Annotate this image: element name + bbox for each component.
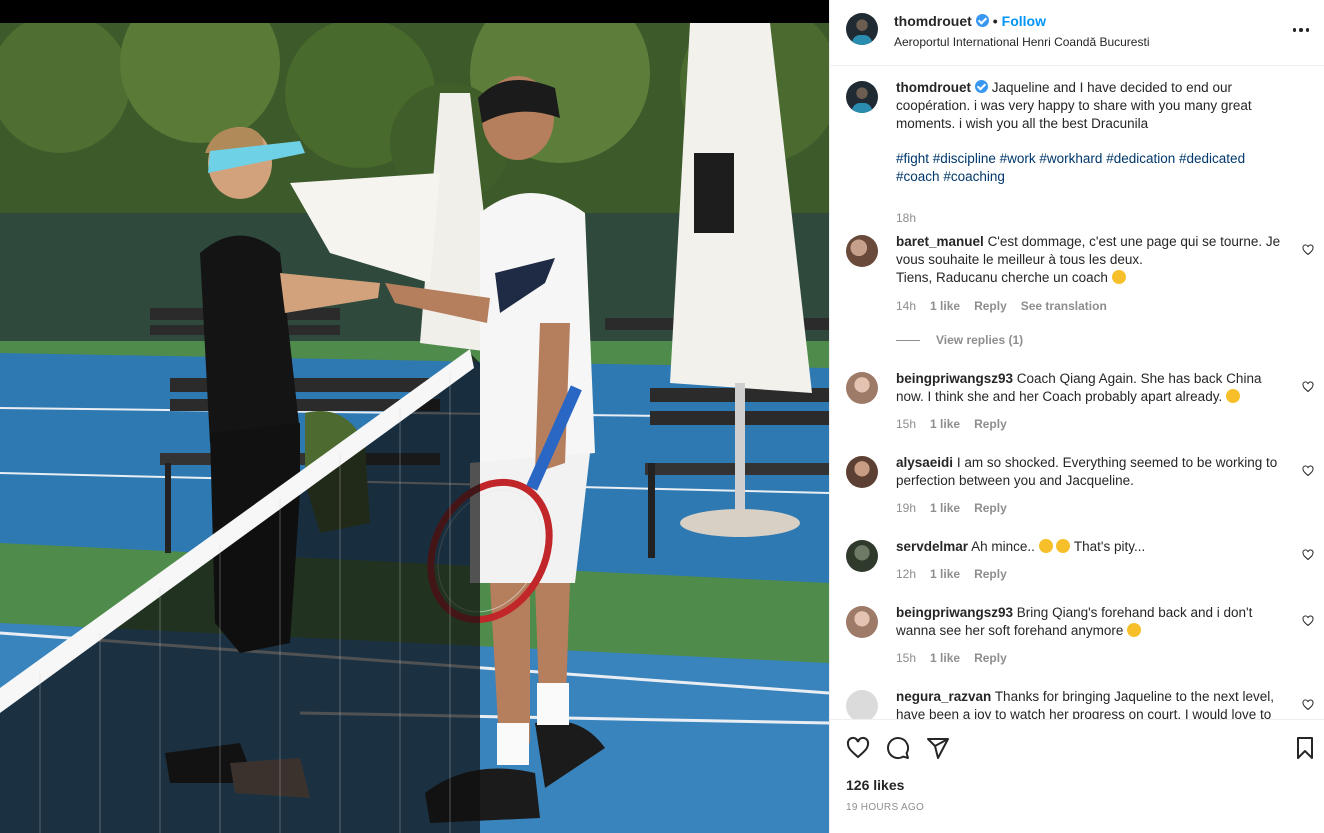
comment-body: Ah mince.. — [971, 539, 1035, 554]
view-replies-button[interactable]: View replies (1) — [896, 333, 1023, 347]
separator-dot: • — [992, 13, 998, 29]
clapping-emoji-icon — [1225, 389, 1240, 403]
heart-icon[interactable] — [846, 736, 870, 760]
post-side-panel: thomdrouet • Follow Aeroportul Internation… — [829, 0, 1324, 833]
comment-text: beingpriwangsz93 Bring Qiang's forehand … — [896, 604, 1288, 640]
post-actions: 126 likes 19 HOURS AGO — [830, 719, 1324, 833]
hashtag[interactable]: #discipline — [933, 151, 996, 166]
author-line: thomdrouet • Follow — [894, 13, 1046, 29]
commenter-avatar[interactable] — [846, 372, 878, 404]
comment-username[interactable]: baret_manuel — [896, 234, 984, 249]
post-header: thomdrouet • Follow Aeroportul Internation… — [830, 0, 1324, 66]
post-dialog: thomdrouet • Follow Aeroportul Internation… — [0, 0, 1324, 833]
comment-time: 12h — [896, 567, 917, 581]
post-timestamp[interactable]: 19 HOURS AGO — [846, 802, 924, 813]
comment-likes[interactable]: 1 like — [930, 299, 960, 313]
comment-meta: 14h 1 like Reply See translation — [896, 299, 1121, 313]
reply-button[interactable]: Reply — [974, 501, 1007, 515]
commenter-avatar[interactable] — [846, 540, 878, 572]
comment-icon[interactable] — [886, 736, 910, 760]
comment-time: 15h — [896, 417, 917, 431]
caption-text: thomdrouet Jaqueline and I have decided … — [896, 79, 1288, 186]
comment-meta: 19h 1 like Reply — [896, 501, 1021, 515]
author-avatar[interactable] — [846, 81, 878, 113]
comment-meta: 15h 1 like Reply — [896, 651, 1021, 665]
comment-username[interactable]: servdelmar — [896, 539, 968, 554]
like-comment-heart-icon[interactable] — [1302, 549, 1314, 561]
commenter-avatar[interactable] — [846, 690, 878, 719]
comment-username[interactable]: beingpriwangsz93 — [896, 605, 1013, 620]
verified-badge-icon — [975, 80, 988, 93]
comment-time: 14h — [896, 299, 917, 313]
verified-badge-icon — [975, 14, 989, 27]
like-comment-heart-icon[interactable] — [1302, 699, 1314, 711]
see-translation-button[interactable]: See translation — [1021, 299, 1107, 313]
comment-text: servdelmar Ah mince.. That's pity... — [896, 538, 1288, 556]
likes-count[interactable]: 126 likes — [846, 777, 904, 793]
author-avatar[interactable] — [846, 13, 878, 45]
tennis-court-photo — [0, 23, 829, 833]
post-location[interactable]: Aeroportul International Henri Coandă Bu… — [894, 35, 1149, 49]
like-comment-heart-icon[interactable] — [1302, 615, 1314, 627]
hashtag[interactable]: #dedication — [1106, 151, 1175, 166]
comment-meta: 12h 1 like Reply — [896, 567, 1021, 581]
sad-emoji-icon — [1056, 539, 1071, 553]
hashtag[interactable]: #coach — [896, 169, 940, 184]
reply-button[interactable]: Reply — [974, 417, 1007, 431]
reply-button[interactable]: Reply — [974, 299, 1007, 313]
commenter-avatar[interactable] — [846, 606, 878, 638]
comment-text: negura_razvan Thanks for bringing Jaquel… — [896, 688, 1288, 719]
hashtag[interactable]: #dedicated — [1179, 151, 1245, 166]
commenter-avatar[interactable] — [846, 235, 878, 267]
comments-list[interactable]: thomdrouet Jaqueline and I have decided … — [830, 67, 1324, 719]
comment-likes[interactable]: 1 like — [930, 567, 960, 581]
comment-text: alysaeidi I am so shocked. Everything se… — [896, 454, 1288, 490]
reply-button[interactable]: Reply — [974, 567, 1007, 581]
hashtag-list: #fight #discipline #work #workhard #dedi… — [896, 150, 1288, 186]
comment-time: 19h — [896, 501, 917, 515]
like-comment-heart-icon[interactable] — [1302, 381, 1314, 393]
sad-emoji-icon — [1127, 623, 1142, 637]
comment-username[interactable]: alysaeidi — [896, 455, 953, 470]
smile-emoji-icon — [1111, 270, 1126, 284]
photo-top-bar — [0, 0, 829, 23]
comment-body: Tiens, Raducanu cherche un coach — [896, 270, 1108, 285]
hashtag[interactable]: #fight — [896, 151, 929, 166]
caption-meta: 18h — [896, 211, 930, 225]
reply-button[interactable]: Reply — [974, 651, 1007, 665]
thinking-emoji-icon — [1038, 539, 1053, 553]
hashtag[interactable]: #coaching — [943, 169, 1005, 184]
follow-button[interactable]: Follow — [1002, 13, 1046, 29]
post-photo[interactable] — [0, 0, 829, 833]
like-comment-heart-icon[interactable] — [1302, 244, 1314, 256]
comment-body: I am so shocked. Everything seemed to be… — [896, 455, 1278, 488]
comment-text: baret_manuel C'est dommage, c'est une pa… — [896, 233, 1288, 287]
share-icon[interactable] — [926, 736, 950, 760]
caption-time: 18h — [896, 211, 917, 225]
comment-likes[interactable]: 1 like — [930, 501, 960, 515]
author-username[interactable]: thomdrouet — [894, 13, 972, 29]
comment-meta: 15h 1 like Reply — [896, 417, 1021, 431]
caption-username[interactable]: thomdrouet — [896, 80, 971, 95]
comment-time: 15h — [896, 651, 917, 665]
commenter-avatar[interactable] — [846, 456, 878, 488]
comment-username[interactable]: beingpriwangsz93 — [896, 371, 1013, 386]
like-comment-heart-icon[interactable] — [1302, 465, 1314, 477]
bookmark-icon[interactable] — [1293, 736, 1317, 760]
hashtag[interactable]: #work — [1000, 151, 1036, 166]
comment-likes[interactable]: 1 like — [930, 417, 960, 431]
comment-username[interactable]: negura_razvan — [896, 689, 991, 704]
more-options-icon[interactable] — [1291, 20, 1311, 40]
comment-likes[interactable]: 1 like — [930, 651, 960, 665]
comment-body: That's pity... — [1073, 539, 1146, 554]
comment-text: beingpriwangsz93 Coach Qiang Again. She … — [896, 370, 1288, 406]
hashtag[interactable]: #workhard — [1039, 151, 1102, 166]
